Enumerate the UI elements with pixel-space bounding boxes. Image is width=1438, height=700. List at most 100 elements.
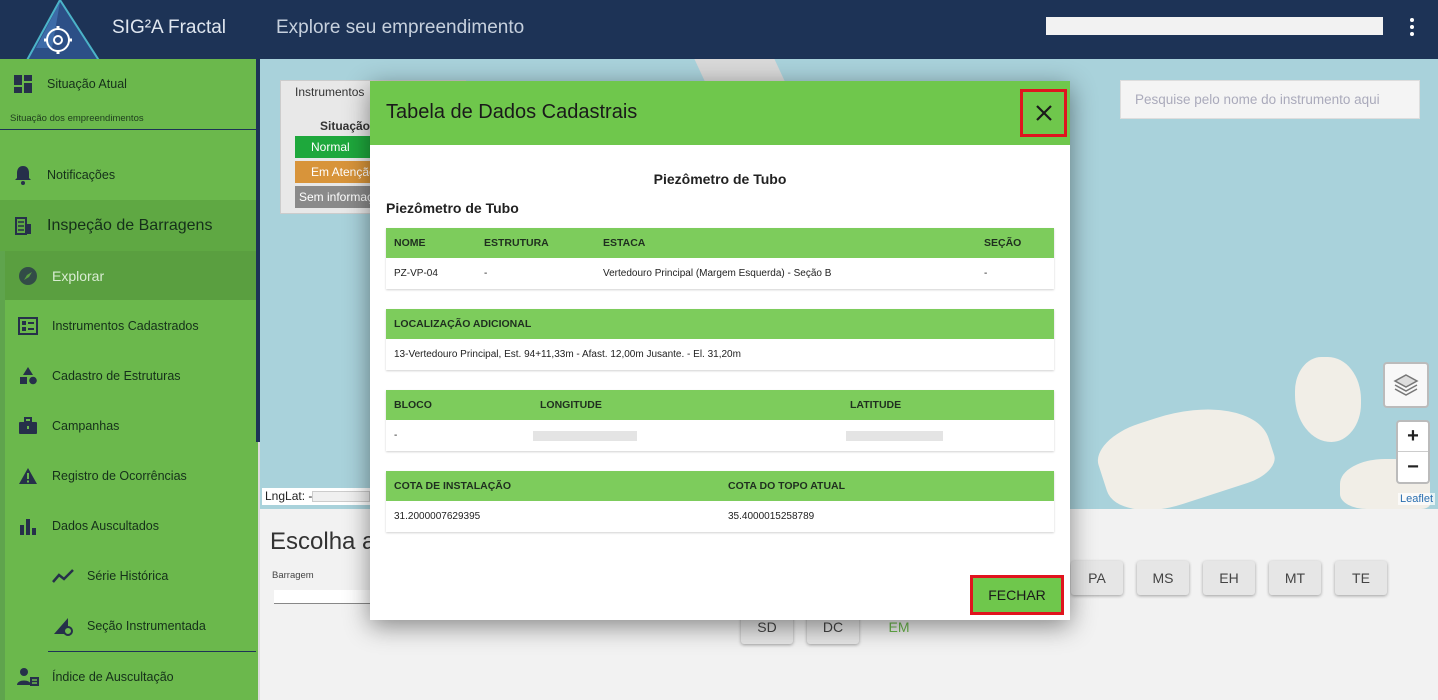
sidebar-item-serie[interactable]: Série Histórica: [0, 562, 256, 590]
col-bloco: BLOCO: [394, 399, 432, 411]
briefcase-icon: [17, 415, 39, 437]
section-title: Piezômetro de Tubo: [386, 200, 519, 216]
layers-button[interactable]: [1383, 362, 1429, 408]
sidebar-item-situacao-atual[interactable]: Situação Atual: [0, 70, 256, 98]
dam-icon: [12, 215, 34, 237]
modal-title: Tabela de Dados Cadastrais: [386, 101, 638, 123]
table-elevations: COTA DE INSTALAÇÃO COTA DO TOPO ATUAL 31…: [386, 471, 1054, 532]
sidebar-item-label: Campanhas: [52, 419, 120, 433]
chip-te[interactable]: TE: [1335, 561, 1387, 595]
sidebar-item-label: Registro de Ocorrências: [52, 469, 187, 483]
zoom-control: + −: [1396, 420, 1430, 484]
sidebar-item-label: Cadastro de Estruturas: [52, 369, 181, 383]
cell-nome: PZ-VP-04: [394, 268, 438, 279]
user-info-redacted: [1046, 17, 1383, 35]
bottom-title: Escolha a: [270, 528, 376, 555]
table-header-row: LOCALIZAÇÃO ADICIONAL: [386, 309, 1054, 339]
app-logo-icon: [24, 0, 102, 62]
compass-icon: [17, 265, 39, 287]
bell-icon: [12, 164, 34, 186]
map-land: [1090, 386, 1280, 526]
dashboard-icon: [12, 73, 34, 95]
table-row: 13-Vertedouro Principal, Est. 94+11,33m …: [386, 339, 1054, 370]
map-land: [1295, 357, 1361, 442]
sidebar-item-indice[interactable]: Índice de Auscultação: [0, 663, 256, 691]
sidebar-item-explorar[interactable]: Explorar: [0, 262, 256, 290]
modal-header: Tabela de Dados Cadastrais: [370, 81, 1070, 145]
cell-cota-instalacao: 31.2000007629395: [394, 511, 481, 522]
sidebar-item-label: Dados Auscultados: [52, 519, 160, 533]
col-estaca: ESTACA: [603, 237, 646, 249]
sidebar-item-dados[interactable]: Dados Auscultados: [0, 512, 256, 540]
sidebar-item-label: Explorar: [52, 268, 105, 284]
sidebar-item-label: Série Histórica: [87, 569, 169, 583]
app-title: SIG²A Fractal: [112, 17, 227, 38]
table-identification: NOME ESTRUTURA ESTACA SEÇÃO PZ-VP-04 - V…: [386, 228, 1054, 289]
sidebar-item-label: Índice de Auscultação: [52, 670, 174, 684]
sidebar-item-label: Seção Instrumentada: [87, 619, 206, 633]
col-latitude: LATITUDE: [850, 399, 902, 411]
modal-close-button[interactable]: [1020, 89, 1067, 137]
section-gear-icon: [52, 615, 74, 637]
col-secao: SEÇÃO: [984, 237, 1022, 249]
chip-ms[interactable]: MS: [1137, 561, 1189, 595]
instrument-search-input[interactable]: Pesquise pelo nome do instrumento aqui: [1120, 80, 1420, 119]
table-row: -: [386, 420, 1054, 451]
cell-localizacao: 13-Vertedouro Principal, Est. 94+11,33m …: [394, 349, 741, 360]
sidebar-item-instrumentos[interactable]: Instrumentos Cadastrados: [0, 312, 256, 340]
bar-chart-icon: [17, 515, 39, 537]
layers-icon: [1393, 374, 1419, 396]
sidebar-caption: Situação dos empreendimentos: [10, 113, 144, 124]
modal-body: Piezômetro de Tubo Piezômetro de Tubo NO…: [370, 145, 1070, 620]
sidebar-divider: [48, 651, 256, 652]
top-header: SIG²A Fractal Explore seu empreendimento: [0, 0, 1438, 62]
app-root: SIG²A Fractal Explore seu empreendimento…: [0, 0, 1438, 700]
sidebar-item-label: Notificações: [47, 168, 116, 182]
chip-pa[interactable]: PA: [1071, 561, 1123, 595]
lnglat-readout: LngLat: -: [262, 488, 374, 505]
barragem-select[interactable]: [274, 590, 370, 604]
sidebar-item-campanhas[interactable]: Campanhas: [0, 412, 256, 440]
cell-secao: -: [984, 268, 988, 279]
user-list-icon: [17, 666, 39, 688]
col-longitude: LONGITUDE: [540, 399, 602, 411]
col-nome: NOME: [394, 237, 426, 249]
fechar-button[interactable]: FECHAR: [970, 575, 1064, 615]
page-subtitle: Explore seu empreendimento: [276, 17, 525, 38]
legend-tab[interactable]: Instrumentos: [295, 85, 364, 99]
sidebar-left-strip: [0, 251, 5, 700]
col-estrutura: ESTRUTURA: [484, 237, 549, 249]
table-coordinates: BLOCO LONGITUDE LATITUDE -: [386, 390, 1054, 451]
sidebar-item-notificacoes[interactable]: Notificações: [0, 161, 256, 189]
cell-estaca: Vertedouro Principal (Margem Esquerda) -…: [603, 268, 832, 279]
sidebar-item-ocorrencias[interactable]: Registro de Ocorrências: [0, 462, 256, 490]
table-header-row: NOME ESTRUTURA ESTACA SEÇÃO: [386, 228, 1054, 258]
warning-icon: [17, 465, 39, 487]
table-location: LOCALIZAÇÃO ADICIONAL 13-Vertedouro Prin…: [386, 309, 1054, 370]
cell-latitude-redacted: [846, 431, 943, 441]
sidebar-item-estruturas[interactable]: Cadastro de Estruturas: [0, 362, 256, 390]
sidebar-divider: [0, 129, 256, 130]
table-header-row: COTA DE INSTALAÇÃO COTA DO TOPO ATUAL: [386, 471, 1054, 501]
leaflet-attribution-link[interactable]: Leaflet: [1398, 493, 1436, 505]
zoom-in-button[interactable]: +: [1398, 422, 1428, 452]
shapes-icon: [17, 365, 39, 387]
col-localizacao: LOCALIZAÇÃO ADICIONAL: [394, 318, 532, 330]
zoom-out-button[interactable]: −: [1398, 452, 1428, 482]
sidebar-item-label: Instrumentos Cadastrados: [52, 319, 199, 333]
map-land: [694, 59, 786, 83]
cell-cota-topo: 35.4000015258789: [728, 511, 815, 522]
sidebar-item-inspecao[interactable]: Inspeção de Barragens: [0, 212, 256, 240]
table-row: PZ-VP-04 - Vertedouro Principal (Margem …: [386, 258, 1054, 289]
barragem-label: Barragem: [272, 570, 314, 581]
chip-mt[interactable]: MT: [1269, 561, 1321, 595]
table-header-row: BLOCO LONGITUDE LATITUDE: [386, 390, 1054, 420]
more-options-icon[interactable]: [1404, 16, 1420, 40]
close-icon: [1035, 105, 1052, 121]
table-row: 31.2000007629395 35.4000015258789: [386, 501, 1054, 532]
sidebar-item-label: Inspeção de Barragens: [47, 217, 213, 234]
chip-eh[interactable]: EH: [1203, 561, 1255, 595]
legend-header: Situação: [320, 119, 371, 133]
sidebar-item-secao[interactable]: Seção Instrumentada: [0, 612, 256, 640]
cell-longitude-redacted: [533, 431, 637, 441]
